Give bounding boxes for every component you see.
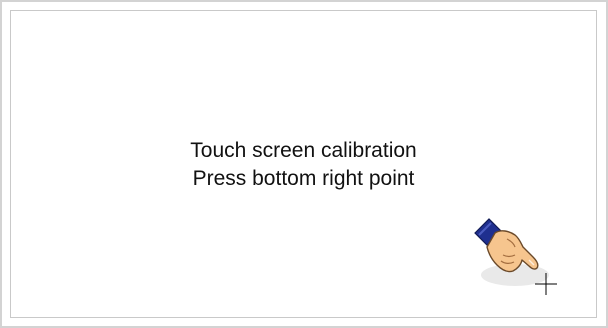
calibration-window-frame: Touch screen calibration Press bottom ri… — [0, 0, 608, 328]
calibration-screen[interactable]: Touch screen calibration Press bottom ri… — [10, 10, 597, 318]
calibration-message: Touch screen calibration Press bottom ri… — [11, 137, 596, 193]
calibration-instruction: Press bottom right point — [192, 167, 415, 190]
calibration-title: Touch screen calibration — [190, 139, 417, 162]
crosshair-icon[interactable] — [535, 273, 557, 295]
